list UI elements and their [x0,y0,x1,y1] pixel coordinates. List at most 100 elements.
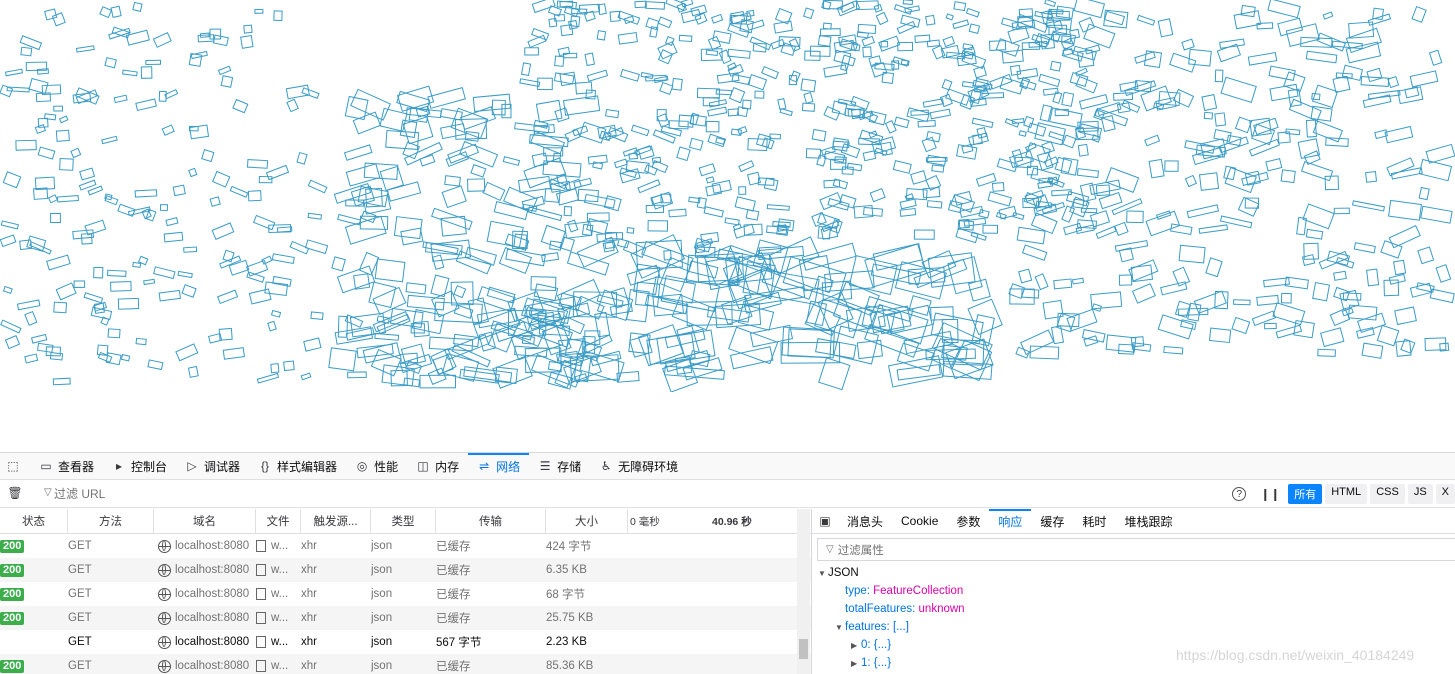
detail-tab-6[interactable]: 堆栈跟踪 [1115,509,1181,533]
detail-tab-1[interactable]: Cookie [892,509,947,533]
building-footprint [978,209,990,219]
toggle-sidebar-icon[interactable]: ▣ [818,514,832,528]
building-footprint [1248,138,1281,157]
building-footprint [1324,175,1340,191]
building-footprint [1071,277,1085,285]
building-footprint [707,106,728,117]
col-type[interactable]: 类型 [371,509,436,533]
request-row[interactable]: 200 GET localhost:8080 w... xhr json 已缓存 6.35 K… [0,558,811,582]
col-status[interactable]: 状态 [0,509,68,533]
building-footprint [211,170,231,188]
building-footprint [87,185,104,196]
building-footprint [286,98,299,113]
building-footprint [902,0,914,5]
building-footprint [688,137,704,151]
help-icon[interactable]: ? [1232,487,1247,501]
cell-text: 已缓存 [436,613,471,625]
detail-tab-5[interactable]: 耗时 [1073,509,1115,533]
building-footprint [1214,69,1224,83]
tab-debugger[interactable]: ▷ 调试器 [176,453,249,479]
detail-tab-0[interactable]: 消息头 [838,509,892,533]
type-filter-所有[interactable]: 所有 [1288,484,1323,504]
pause-icon[interactable]: ❙❙ [1260,487,1280,501]
json-root[interactable]: ▼ JSON [812,564,1455,582]
tab-network[interactable]: ⇌ 网络 [468,453,530,479]
json-type-row[interactable]: type: FeatureCollection [812,582,1455,600]
tab-label: 查看器 [58,459,95,474]
type-filter-html[interactable]: HTML [1325,484,1368,504]
tab-performance[interactable]: ◎ 性能 [346,453,407,479]
tab-storage[interactable]: ☰ 存储 [529,453,590,479]
col-cause[interactable]: 触发源... [301,509,371,533]
col-file[interactable]: 文件 [256,509,301,533]
building-footprint [1083,23,1116,49]
building-footprint [724,217,740,226]
collapsed-icon: ▶ [851,640,858,650]
building-footprint [956,53,977,67]
tab-accessibility[interactable]: ♿ 无障碍环境 [590,453,687,479]
building-footprint [1080,207,1098,214]
col-waterfall[interactable]: 0 毫秒 40.96 秒 [628,509,788,533]
json-total-row[interactable]: totalFeatures: unknown [812,600,1455,618]
type-filter-x[interactable]: X [1435,484,1455,504]
building-footprint [30,333,48,344]
building-footprint [530,276,557,292]
tab-memory[interactable]: ◫ 内存 [407,453,468,479]
tab-inspector[interactable]: ▭ 查看器 [30,453,103,479]
request-list: 状态 方法 域名 文件 触发源... 类型 传输 大小 0 毫秒 40.96 秒… [0,509,812,674]
building-footprint [1386,157,1415,177]
building-footprint [1411,5,1427,23]
cell-method: GET [68,582,154,606]
building-footprint [626,227,635,234]
building-footprint [1320,327,1345,348]
col-transferred[interactable]: 传输 [436,509,546,533]
building-footprint [120,354,131,362]
cell-text: GET [68,636,92,648]
type-filter-css[interactable]: CSS [1370,484,1405,504]
building-footprint [1312,281,1330,302]
request-row[interactable]: GET localhost:8080 w... xhr json 567 字节 2.23 K… [0,630,811,654]
building-footprint [79,167,96,181]
col-domain[interactable]: 域名 [154,509,256,533]
type-filter-js[interactable]: JS [1407,484,1433,504]
url-filter-input[interactable] [40,485,1236,503]
status-badge: 200 [0,539,25,553]
property-filter[interactable]: ▽ 过滤属性 [817,538,1455,561]
building-footprint [75,45,95,53]
detail-tab-4[interactable]: 缓存 [1031,509,1073,533]
json-features-row[interactable]: ▼ features: [...] [812,618,1455,636]
building-footprint-map[interactable] [0,0,1455,392]
cell-text: localhost:8080 [175,660,250,672]
building-footprint [1393,259,1407,276]
scrollbar-thumb[interactable] [799,639,808,659]
building-footprint [152,31,172,48]
detail-tab-2[interactable]: 参数 [947,509,989,533]
cell-file: w... [256,582,301,606]
detail-tab-3[interactable]: 响应 [989,509,1032,533]
col-size[interactable]: 大小 [546,509,628,533]
building-footprint [381,364,415,387]
request-row[interactable]: 200 GET localhost:8080 w... xhr json 已缓存 85.36 … [0,654,811,674]
request-row[interactable]: 200 GET localhost:8080 w... xhr json 已缓存 424 字节 [0,534,811,558]
request-list-scrollbar[interactable] [797,509,810,674]
building-footprint [838,194,857,209]
building-footprint [922,98,944,108]
request-row[interactable]: 200 GET localhost:8080 w... xhr json 已缓存 25.75 … [0,606,811,630]
building-footprint [70,147,82,159]
tab-style-editor[interactable]: {} 样式编辑器 [249,453,346,479]
col-method[interactable]: 方法 [68,509,154,533]
trash-icon[interactable]: 🗑 [7,486,22,500]
building-footprint [201,149,215,163]
building-footprint [491,99,506,116]
building-footprint [729,346,774,370]
building-footprint [803,7,815,20]
tab-console[interactable]: ▸ 控制台 [103,453,176,479]
building-footprint [707,133,727,148]
request-row[interactable]: 200 GET localhost:8080 w... xhr json 已缓存 68 字节 [0,582,811,606]
building-footprint [945,13,954,21]
building-footprint [228,259,250,276]
building-footprint [543,147,564,157]
element-picker-button[interactable]: ⬚ [0,453,30,479]
building-footprint [727,108,740,117]
building-footprint [1214,112,1227,127]
